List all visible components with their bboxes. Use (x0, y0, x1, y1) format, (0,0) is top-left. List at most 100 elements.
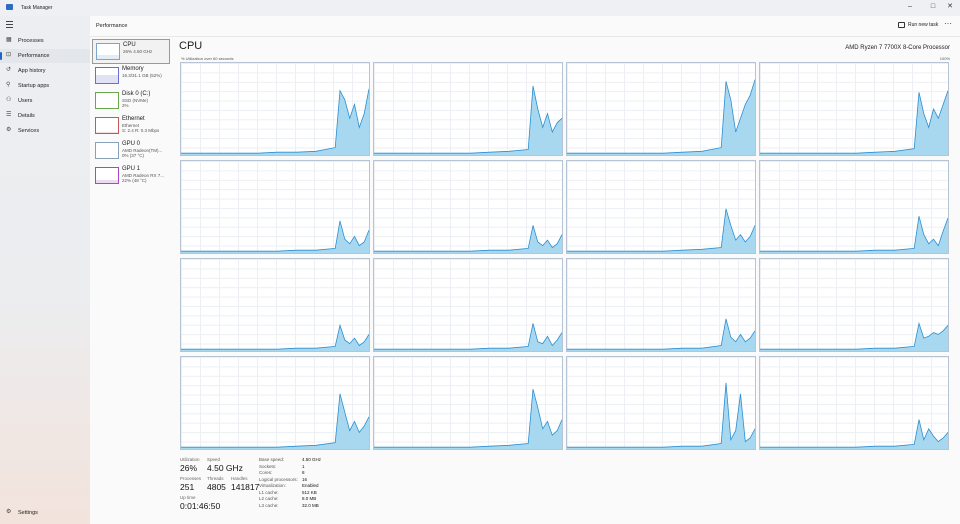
logical-processor-graphs (180, 62, 952, 452)
spec-value: 4.50 GHz (302, 457, 322, 462)
logical-processor-graph (373, 62, 563, 156)
main-panel: Performance Run new task ··· CPU 26% 4.5… (90, 16, 960, 524)
utilization-graph (374, 323, 562, 351)
stat-value: 141817 (231, 482, 260, 492)
nav-item-label: Users (18, 98, 33, 104)
nav-item-performance[interactable]: ⊡ Performance (0, 49, 90, 63)
nav-item-settings[interactable]: ⚙ Settings (0, 506, 90, 520)
resource-item-memory[interactable]: Memory 16.3/31.1 GB (52%) (92, 64, 168, 87)
stat-label: Speed (207, 457, 221, 462)
nav-item-processes[interactable]: ▦ Processes (0, 34, 90, 48)
nav-item-services[interactable]: ⚙ Services (0, 124, 90, 138)
stat-label: Handles (231, 476, 248, 481)
spec-value: 8 (302, 470, 305, 475)
resource-name: GPU 1 (122, 166, 141, 172)
nav-item-label: Performance (18, 53, 50, 59)
stat-label: Utilization (180, 457, 200, 462)
logical-processor-graph (180, 258, 370, 352)
more-options-icon[interactable]: ··· (944, 19, 952, 28)
task-manager-app-icon (6, 4, 13, 10)
nav-item-startup-apps[interactable]: ⚲ Startup apps (0, 79, 90, 93)
resource-list: CPU 26% 4.50 GHz Memory 16.3/31.1 GB (52… (90, 37, 170, 524)
spec-value: 512 KB (302, 489, 317, 495)
resource-detail: 0% (37 °C) (122, 153, 145, 158)
minimize-button[interactable]: – (904, 2, 916, 12)
utilization-area (760, 323, 948, 351)
resource-detail: 22% (48 °C) (122, 178, 147, 183)
utilization-area (567, 318, 755, 351)
thumbnail-fill (96, 75, 118, 83)
performance-icon: ⊡ (6, 52, 12, 58)
logical-processor-graph (180, 356, 370, 450)
nav-item-app-history[interactable]: ↺ App history (0, 64, 90, 78)
startup-apps-icon: ⚲ (6, 82, 11, 88)
utilization-area (181, 393, 369, 449)
utilization-graph (374, 389, 562, 449)
processes-icon: ▦ (6, 37, 12, 43)
utilization-graph (181, 220, 369, 253)
utilization-graph (567, 382, 755, 449)
resource-thumbnail-graph (95, 92, 119, 109)
resource-name: Ethernet (122, 116, 145, 122)
resource-thumbnail-graph (95, 167, 119, 184)
utilization-graph (181, 393, 369, 449)
nav-item-details[interactable]: ☰ Details (0, 109, 90, 123)
stat-value: 0:01:46:50 (180, 501, 221, 511)
stat-value: 251 (180, 482, 195, 492)
logical-processor-graph (566, 62, 756, 156)
resource-item-disk-0-c[interactable]: Disk 0 (C:) SSD (NVMe) 2% (92, 89, 168, 112)
details-icon: ☰ (6, 112, 12, 118)
nav-item-label: App history (18, 68, 46, 74)
utilization-graph (760, 321, 948, 351)
utilization-graph (567, 79, 755, 155)
resource-item-ethernet[interactable]: Ethernet Ethernet S: 2.4 R: 0.3 Mbps (92, 114, 168, 137)
page-title: Performance (96, 23, 128, 29)
resource-name: Memory (122, 66, 144, 72)
close-button[interactable]: ✕ (944, 2, 956, 12)
resource-item-gpu-1[interactable]: GPU 1 AMD Radeon RX 7... 22% (48 °C) (92, 164, 168, 187)
run-new-task-button[interactable]: Run new task (898, 22, 938, 28)
resource-subtitle: 26% 4.50 GHz (123, 49, 153, 54)
stat-threads: Threads 4805 (207, 476, 226, 492)
resource-item-cpu[interactable]: CPU 26% 4.50 GHz (92, 39, 170, 64)
resource-item-gpu-0[interactable]: GPU 0 AMD Radeon(TM)... 0% (37 °C) (92, 139, 168, 162)
spec-value: 16 (302, 476, 308, 482)
graph-axis-label: % Utilization over 60 seconds (181, 56, 234, 61)
hamburger-menu-icon[interactable] (6, 21, 13, 30)
resource-title: CPU (179, 40, 203, 52)
thumbnail-fill (96, 132, 118, 133)
spec-row: L3 cache: 32.0 MB (259, 503, 321, 510)
utilization-area (181, 325, 369, 351)
resource-detail: 2% (122, 103, 129, 108)
logical-processor-graph (180, 62, 370, 156)
logical-processor-graph (566, 160, 756, 254)
resource-subtitle: 16.3/31.1 GB (52%) (122, 73, 162, 78)
nav-item-label: Startup apps (18, 83, 50, 89)
logical-processor-graph (180, 160, 370, 254)
stat-processes: Processes 251 (180, 476, 201, 492)
logical-processor-graph (759, 356, 949, 450)
navigation-pane: ▦ Processes ⊡ Performance ↺ App history ⚲ S… (0, 16, 90, 524)
cpu-detail-panel: CPU AMD Ryzen 7 7700X 8-Core Processor %… (170, 37, 960, 524)
nav-item-label: Details (18, 113, 35, 119)
maximize-button[interactable]: □ (927, 2, 939, 12)
utilization-area (374, 86, 562, 155)
logical-processor-graph (566, 356, 756, 450)
nav-item-users[interactable]: ⚇ Users (0, 94, 90, 108)
nav-item-label: Settings (18, 510, 38, 516)
users-icon: ⚇ (6, 97, 12, 103)
logical-processor-graph (759, 258, 949, 352)
services-icon: ⚙ (6, 127, 12, 133)
utilization-graph (567, 208, 755, 253)
utilization-graph (181, 323, 369, 351)
nav-item-label: Services (18, 128, 40, 134)
resource-name: CPU (123, 42, 136, 48)
utilization-graph (181, 88, 369, 155)
stat-value: 4.50 GHz (207, 463, 243, 473)
settings-icon: ⚙ (6, 509, 12, 515)
utilization-area (760, 216, 948, 253)
stat-label: Up time (180, 495, 196, 500)
logical-processor-graph (759, 160, 949, 254)
app-history-icon: ↺ (6, 67, 12, 73)
stat-value: 26% (180, 463, 198, 473)
